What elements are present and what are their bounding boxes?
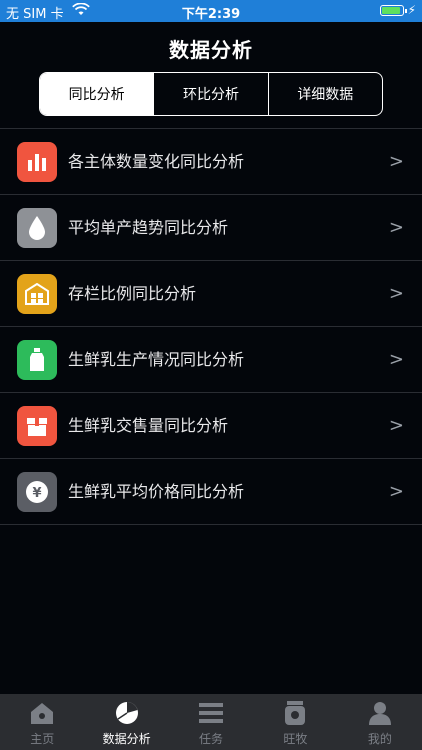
person-icon xyxy=(368,702,391,725)
list-item[interactable]: ¥ 生鲜乳平均价格同比分析 > xyxy=(0,458,422,525)
tab-label: 任务 xyxy=(199,732,224,746)
charging-icon: ⚡ xyxy=(407,3,416,17)
segmented-control: 同比分析 环比分析 详细数据 xyxy=(39,72,383,116)
list-item-label: 平均单产趋势同比分析 xyxy=(68,218,229,237)
list-item-label: 生鲜乳生产情况同比分析 xyxy=(68,350,245,369)
list-item[interactable]: 各主体数量变化同比分析 > xyxy=(0,128,422,194)
sale-box-icon xyxy=(17,406,57,446)
home-icon xyxy=(31,703,54,724)
bottom-tab-bar: 主页 数据分析 任务 旺牧 我的 xyxy=(0,694,422,750)
tab-yoy[interactable]: 同比分析 xyxy=(40,73,154,115)
tab-mine[interactable]: 我的 xyxy=(338,694,422,750)
jar-icon xyxy=(285,701,306,725)
list-item[interactable]: 生鲜乳交售量同比分析 > xyxy=(0,392,422,458)
chevron-right-icon: > xyxy=(388,283,404,304)
clock: 下午2:39 xyxy=(181,7,241,22)
chevron-right-icon: > xyxy=(388,415,404,436)
barn-icon xyxy=(17,274,57,314)
tab-label: 我的 xyxy=(367,732,392,746)
battery-icon xyxy=(380,5,407,16)
tab-label: 数据分析 xyxy=(102,732,151,746)
list-item-label: 生鲜乳交售量同比分析 xyxy=(68,416,229,435)
svg-text:¥: ¥ xyxy=(32,486,41,501)
list-item-label: 各主体数量变化同比分析 xyxy=(68,152,245,171)
list-icon xyxy=(199,703,224,723)
bar-chart-icon xyxy=(17,142,57,182)
list-item[interactable]: 存栏比例同比分析 > xyxy=(0,260,422,326)
tab-mom[interactable]: 环比分析 xyxy=(153,73,267,115)
status-bar: 无 SIM 卡 下午2:39 ⚡ xyxy=(0,0,422,22)
list-item[interactable]: 平均单产趋势同比分析 > xyxy=(0,194,422,260)
drop-icon xyxy=(17,208,57,248)
list-item-label: 存栏比例同比分析 xyxy=(68,284,197,303)
tab-data-analysis[interactable]: 数据分析 xyxy=(84,694,168,750)
chevron-right-icon: > xyxy=(388,217,404,238)
list-item-label: 生鲜乳平均价格同比分析 xyxy=(68,482,245,501)
chevron-right-icon: > xyxy=(388,349,404,370)
tab-label: 旺牧 xyxy=(283,732,308,746)
tab-tasks[interactable]: 任务 xyxy=(169,694,253,750)
pie-chart-icon xyxy=(115,702,138,724)
tab-label: 主页 xyxy=(30,732,55,746)
milk-bottle-icon xyxy=(17,340,57,380)
tab-home[interactable]: 主页 xyxy=(0,694,84,750)
chevron-right-icon: > xyxy=(388,151,404,172)
chevron-right-icon: > xyxy=(388,481,404,502)
tab-wangmu[interactable]: 旺牧 xyxy=(253,694,337,750)
analysis-list: 各主体数量变化同比分析 > 平均单产趋势同比分析 > 存栏比例同比分析 > 生鲜… xyxy=(0,128,422,525)
page-title: 数据分析 xyxy=(169,38,253,62)
list-item[interactable]: 生鲜乳生产情况同比分析 > xyxy=(0,326,422,392)
tab-detail[interactable]: 详细数据 xyxy=(267,73,382,115)
yen-coin-icon: ¥ xyxy=(17,472,57,512)
